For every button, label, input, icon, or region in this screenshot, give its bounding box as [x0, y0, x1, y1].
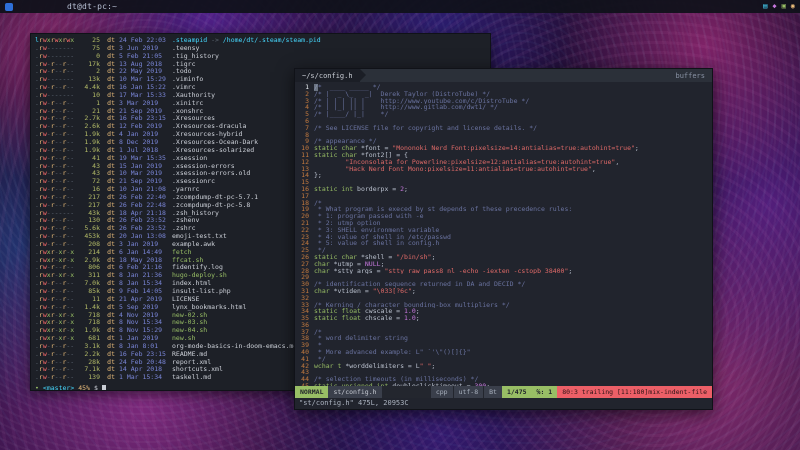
code-line: 31char *vtiden = "\033[?6c";	[295, 288, 712, 295]
code-line: 9/* appearance */	[295, 138, 712, 145]
code-line: 14};	[295, 172, 712, 179]
encoding-indicator: utf-8	[453, 386, 484, 398]
volume-icon[interactable]: ◉	[791, 3, 795, 10]
vim-tabline: ~/s/config.h buffers	[295, 69, 712, 82]
vim-statusline: NORMAL st/config.h cpp utf-8 Bt 1/475 ℅:…	[295, 386, 712, 398]
code-line: 18/*	[295, 200, 712, 207]
network-icon[interactable]: ▤	[763, 3, 767, 10]
code-line: 21 * 2: utmp option	[295, 220, 712, 227]
top-status-bar: dt@dt-pc:~ ▤ ◆ ▣ ◉	[0, 0, 800, 13]
tab-arrow-icon	[360, 69, 366, 81]
code-line: 13 "Hack Nerd Font Mono:pixelsize=11:ant…	[295, 166, 712, 173]
code-area[interactable]: 1/* ____ _____ */2/* | _ \_ _| Derek Tay…	[295, 82, 712, 386]
file-row: .rw-------0dt5 Feb 21:05.tig_history	[35, 53, 486, 61]
file-row: lrwxrwxrwx25dt24 Feb 22:03.steampid -> /…	[35, 37, 486, 45]
code-line: 3/* | | | || | http://www.youtube.com/c/…	[295, 98, 712, 105]
statusline-spacer	[382, 386, 430, 398]
code-line: 40 * More advanced example: L" `'\"()[]{…	[295, 349, 712, 356]
workspace-icon[interactable]	[5, 3, 13, 11]
code-line: 12 "Inconsolata for Powerline:pixelsize=…	[295, 159, 712, 166]
code-line: 34static float cwscale = 1.0;	[295, 308, 712, 315]
code-line: 42wchar_t *worddelimiters = L" ";	[295, 363, 712, 370]
mode-indicator: NORMAL	[295, 386, 328, 398]
focused-window-title: dt@dt-pc:~	[67, 2, 117, 11]
code-line: 43	[295, 369, 712, 376]
code-line: 2/* | _ \_ _| Derek Taylor (DistroTube) …	[295, 91, 712, 98]
code-line: 33/* Kerning / character bounding-box mu…	[295, 302, 712, 309]
code-line: 26static char *shell = "/bin/sh";	[295, 254, 712, 261]
code-line: 45static unsigned int doubleclicktimeout…	[295, 383, 712, 386]
code-line: 29	[295, 274, 712, 281]
prompt-percent: 45%	[78, 384, 90, 391]
buffers-label: buffers	[668, 69, 712, 82]
code-line: 11static char *font2[] = {	[295, 152, 712, 159]
code-line: 41 */	[295, 356, 712, 363]
cursor-position: 1/475	[502, 386, 532, 398]
code-line: 6	[295, 118, 712, 125]
code-line: 39 *	[295, 342, 712, 349]
file-row: .rw-------75dt3 Jun 2019.teensy	[35, 45, 486, 53]
code-line: 30/* identification sequence returned in…	[295, 281, 712, 288]
code-line: 16static int borderpx = 2;	[295, 186, 712, 193]
code-line: 19 * What program is execed by st depend…	[295, 206, 712, 213]
vim-command-line[interactable]: "st/config.h" 475L, 20953C	[295, 398, 712, 409]
code-line: 10static char *font = "Mononoki Nerd Fon…	[295, 145, 712, 152]
updates-icon[interactable]: ▣	[782, 3, 786, 10]
code-line: 22 * 3: SHELL environment variable	[295, 227, 712, 234]
code-lines: 1/* ____ _____ */2/* | _ \_ _| Derek Tay…	[295, 84, 712, 386]
vim-window[interactable]: ~/s/config.h buffers 1/* ____ _____ */2/…	[294, 68, 713, 410]
code-line: 37/*	[295, 329, 712, 336]
code-line: 25 */	[295, 247, 712, 254]
vim-cursor	[314, 84, 318, 91]
code-line: 7/* See LICENSE file for copyright and l…	[295, 125, 712, 132]
code-line: 23 * 4: value of shell in /etc/passwd	[295, 234, 712, 241]
buffer-flag: Bt	[483, 386, 502, 398]
theme-icon[interactable]: ◆	[772, 3, 776, 10]
tab-label: ~/s/config.h	[302, 72, 353, 80]
code-line: 5/* |____/ |_| */	[295, 111, 712, 118]
code-line: 24 * 5: value of shell in config.h	[295, 240, 712, 247]
code-line: 35static float chscale = 1.0;	[295, 315, 712, 322]
tab-config-h[interactable]: ~/s/config.h	[295, 69, 360, 82]
code-line: 32	[295, 295, 712, 302]
cursor-column: ℅: 1	[532, 386, 558, 398]
prompt-marker: •	[35, 384, 39, 391]
code-line: 4/* | |_| || | http://www.gitlab.com/dwt…	[295, 104, 712, 111]
system-tray: ▤ ◆ ▣ ◉	[763, 3, 795, 10]
code-line: 27char *utmp = NULL;	[295, 261, 712, 268]
statusline-filename: st/config.h	[328, 386, 381, 398]
code-line: 1/* ____ _____ */	[295, 84, 712, 91]
code-line: 44/* selection timeouts (in milliseconds…	[295, 376, 712, 383]
lint-warnings: 80:3 trailing [11:180]mix-indent-file	[557, 386, 712, 398]
code-line: 28char *stty_args = "stty raw pass8 nl -…	[295, 268, 712, 275]
terminal-cursor	[102, 385, 106, 391]
code-line: 15	[295, 179, 712, 186]
git-branch-label: <master>	[43, 384, 74, 391]
code-line: 36	[295, 322, 712, 329]
code-line: 20 * 1: program passed with -e	[295, 213, 712, 220]
code-line: 17	[295, 193, 712, 200]
code-line: 38 * word delimiter string	[295, 335, 712, 342]
prompt-symbol: $	[94, 384, 98, 391]
code-line: 8	[295, 132, 712, 139]
filetype-indicator: cpp	[430, 386, 453, 398]
